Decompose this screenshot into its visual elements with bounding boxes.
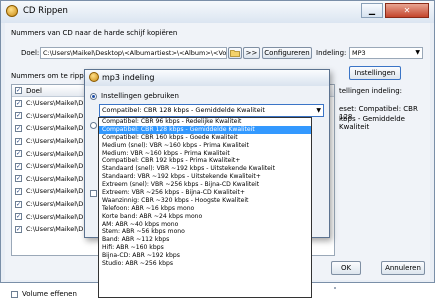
dropdown-option[interactable]: Bijna-CD: ABR ~192 kbps [99,252,311,260]
track-checkbox[interactable]: ✓ [15,175,22,183]
header-text: Nummers van CD naar de harde schijf kopi… [11,29,178,37]
browse-folder-button[interactable] [228,47,242,59]
more-button[interactable]: >> [243,47,260,59]
minimize-button[interactable]: ▁ [361,3,383,18]
dropdown-option[interactable]: Korte band: ABR ~24 kbps mono [99,213,311,221]
preset-radio[interactable] [90,92,97,100]
track-path: C:\Users\Maikel\D [26,174,84,183]
cd-app-icon [6,5,18,17]
format-value: MP3 [352,49,366,57]
folder-icon [230,50,240,57]
track-checkbox[interactable]: ✓ [15,225,22,233]
configure-button[interactable]: Configureren [262,47,312,59]
tracks-label: Nummers om te rippen: [11,72,95,80]
chevron-down-icon: ▼ [415,49,420,56]
preset-radio-option[interactable]: Instellingen gebruiken [90,92,179,100]
preset-dropdown-list: Compatibel: CBR 96 kbps - Redelijke Kwal… [98,117,312,298]
dropdown-option[interactable]: Extreem: VBR ~256 kbps - Bijna-CD Kwalit… [99,189,311,197]
title-bar: CD Rippen ▁ ✕ [1,1,434,23]
target-path-input[interactable]: C:\Users\Maikel\Desktop\<Albumartiest>\<… [40,47,227,59]
track-path: C:\Users\Maikel\D [26,124,84,133]
dialog-title: mp3 indeling [102,73,155,82]
track-checkbox[interactable]: ✓ [15,112,22,120]
cancel-button[interactable]: Annuleren [381,261,425,275]
preset-radio-label: Instellingen gebruiken [101,92,179,100]
track-checkbox[interactable]: ✓ [15,187,22,195]
track-checkbox[interactable]: ✓ [15,213,22,221]
volume-label: Volume effenen [22,290,77,298]
track-checkbox[interactable]: ✓ [15,200,22,208]
dropdown-option[interactable]: Stem: ABR ~56 kbps mono [99,228,311,236]
target-label: Doel: [21,49,40,57]
track-path: C:\Users\Maikel\D [26,137,84,146]
format-settings-line2: kbps - Gemiddelde Kwaliteit [339,115,405,131]
track-path: C:\Users\Maikel\D [26,99,84,108]
track-path: C:\Users\Maikel\D [26,212,84,221]
dropdown-option[interactable]: Medium (snel): VBR ~160 kbps - Prima Kwa… [99,142,311,150]
track-checkbox[interactable]: ✓ [15,150,22,158]
format-settings-label: tellingen indeling: [339,87,402,95]
list-header-label: Doel [26,86,42,95]
dropdown-option[interactable]: Compatibel: CBR 192 kbps - Prima Kwalite… [99,157,311,165]
volume-option[interactable]: Volume effenen [11,290,77,298]
preset-select-value: Compatibel: CBR 128 kbps - Gemiddelde Kw… [102,106,265,114]
track-path: C:\Users\Maikel\D [26,111,84,120]
close-button[interactable]: ✕ [385,3,429,18]
dropdown-option[interactable]: Waanzinnig: CBR ~320 kbps - Hoogste Kwal… [99,197,311,205]
settings-button[interactable]: Instellingen [349,66,401,80]
dropdown-option[interactable]: Extreem (snel): VBR ~256 kbps - Bijna-CD… [99,181,311,189]
dropdown-option[interactable]: Standaard: VBR ~192 kbps - Uitstekende K… [99,173,311,181]
preset-select[interactable]: Compatibel: CBR 128 kbps - Gemiddelde Kw… [99,104,324,117]
dropdown-option[interactable]: Telefoon: ABR ~16 kbps mono [99,205,311,213]
format-select[interactable]: MP3 ▼ [349,47,423,59]
dropdown-option[interactable]: Studio: ABR ~256 kbps [99,260,311,268]
custom-radio[interactable] [90,122,97,129]
track-checkbox[interactable]: ✓ [15,124,22,132]
dropdown-option[interactable]: Compatibel: CBR 160 kbps - Goede Kwalite… [99,134,311,142]
dialog-title-bar: mp3 indeling [85,70,329,86]
window-title: CD Rippen [23,6,68,16]
volume-checkbox[interactable] [11,290,18,298]
track-path: C:\Users\Maikel\D [26,162,84,171]
track-checkbox[interactable]: ✓ [15,162,22,170]
track-path: C:\Users\Maikel\D [26,187,84,196]
dropdown-option[interactable]: Standaard (snel): VBR ~192 kbps - Uitste… [99,165,311,173]
track-checkbox[interactable]: ✓ [15,99,22,107]
dialog-checkbox[interactable] [90,190,97,197]
dialog-icon [89,72,99,82]
dropdown-option[interactable]: Compatibel: CBR 128 kbps - Gemiddelde Kw… [99,125,311,134]
dropdown-option[interactable]: Hifi: ABR ~160 kbps [99,244,311,252]
format-label: Indeling: [316,49,347,57]
dropdown-option[interactable]: AM: ABR ~40 kbps mono [99,221,311,229]
dropdown-option[interactable]: Medium: VBR ~160 kbps - Prima Kwaliteit [99,150,311,158]
dropdown-options: Compatibel: CBR 96 kbps - Redelijke Kwal… [99,118,311,268]
track-path: C:\Users\Maikel\D [26,225,84,234]
track-path: C:\Users\Maikel\D [26,200,84,209]
track-path: C:\Users\Maikel\D [26,149,84,158]
chevron-down-icon: ▼ [316,107,321,114]
ok-button[interactable]: OK [331,261,361,275]
select-all-checkbox[interactable]: ✓ [15,87,22,94]
dropdown-option[interactable]: Band: ABR ~112 kbps [99,236,311,244]
dropdown-option[interactable]: Compatibel: CBR 96 kbps - Redelijke Kwal… [99,118,311,126]
track-checkbox[interactable]: ✓ [15,137,22,145]
